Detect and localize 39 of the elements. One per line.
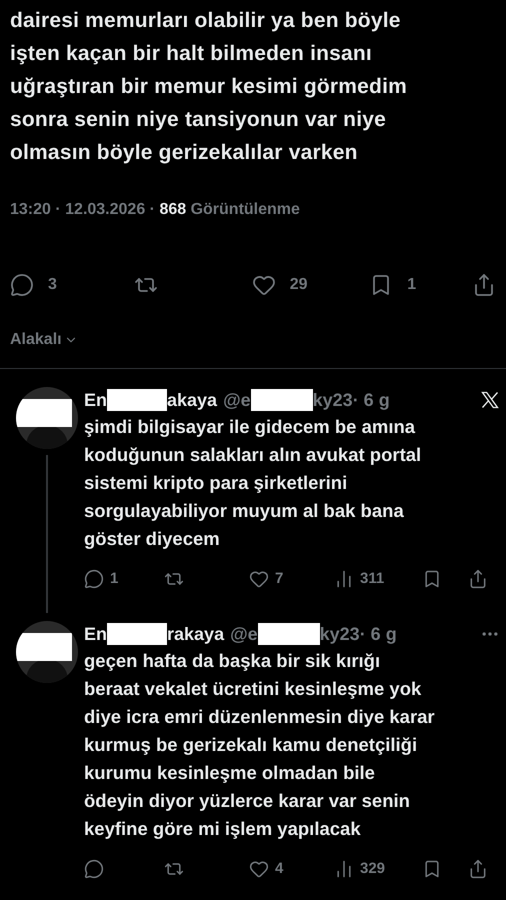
post-text: dairesi memurları olabilir ya ben böyle işten kaçan bir halt bilmeden insanı uğraştıran bir memur kesimi görmedim sonra senin niye tansiyonun var niye olmasın böyle gerizekalılar varken — [10, 8, 408, 166]
redaction-box — [107, 389, 168, 411]
author-handle[interactable]: @e — [230, 620, 258, 648]
author-name[interactable]: En — [84, 620, 108, 648]
redaction-box — [107, 623, 168, 645]
action-count: 7 — [275, 568, 284, 589]
like-icon[interactable] — [249, 859, 269, 879]
author-name[interactable]: akaya — [167, 386, 218, 414]
reply-icon[interactable] — [84, 569, 104, 589]
author-handle[interactable]: ky23 — [312, 386, 353, 414]
action-count: 29 — [290, 275, 308, 295]
post-age: · 6 g — [352, 388, 390, 412]
post-meta: 13:20 · 12.03.2026 · 868 Görüntülenme — [10, 200, 301, 220]
author-name[interactable]: rakaya — [167, 620, 224, 648]
reply-icon[interactable] — [10, 273, 34, 297]
sort-button[interactable]: Alakalı — [10, 328, 78, 352]
action-count: 311 — [360, 568, 384, 589]
author-name[interactable]: En — [84, 386, 108, 414]
reply-text: şimdi bilgisayar ile gidecem be amına koduğunun salakları alın avukat portal sistemi kripto para şirketlerini sorgulayabiliyor muyum al bak bana göster diyecem — [84, 415, 422, 551]
reply-icon[interactable] — [84, 859, 104, 879]
author-handle[interactable]: ky23 — [320, 620, 360, 648]
redaction-box — [250, 389, 313, 411]
action-count: 329 — [360, 858, 386, 879]
redaction-box — [16, 399, 72, 427]
action-count: 4 — [275, 858, 284, 879]
share-icon[interactable] — [468, 859, 488, 879]
post-age: · 6 g — [360, 622, 397, 646]
action-count: 1 — [407, 275, 416, 295]
redaction-box — [16, 633, 72, 661]
action-count: 1 — [110, 568, 118, 589]
share-icon[interactable] — [472, 273, 496, 297]
author-handle[interactable]: @e — [223, 386, 251, 414]
like-icon[interactable] — [249, 569, 269, 589]
x-logo-icon — [480, 390, 500, 410]
action-count: 3 — [48, 275, 57, 295]
redaction-box — [258, 623, 320, 645]
share-icon[interactable] — [468, 569, 488, 589]
like-icon[interactable] — [252, 273, 276, 297]
reply-text: geçen hafta da başka bir sik kırığı beraat vekalet ücretini kesinleşme yok diye icra emri düzenlenmesin diye karar kurmuş be gerizekalı kamu denetçiliği kurumu kesinleşme olmadan bile ödeyin diyor yüzlerce karar var senin keyfine göre mi işlem yapılacak — [84, 649, 436, 841]
